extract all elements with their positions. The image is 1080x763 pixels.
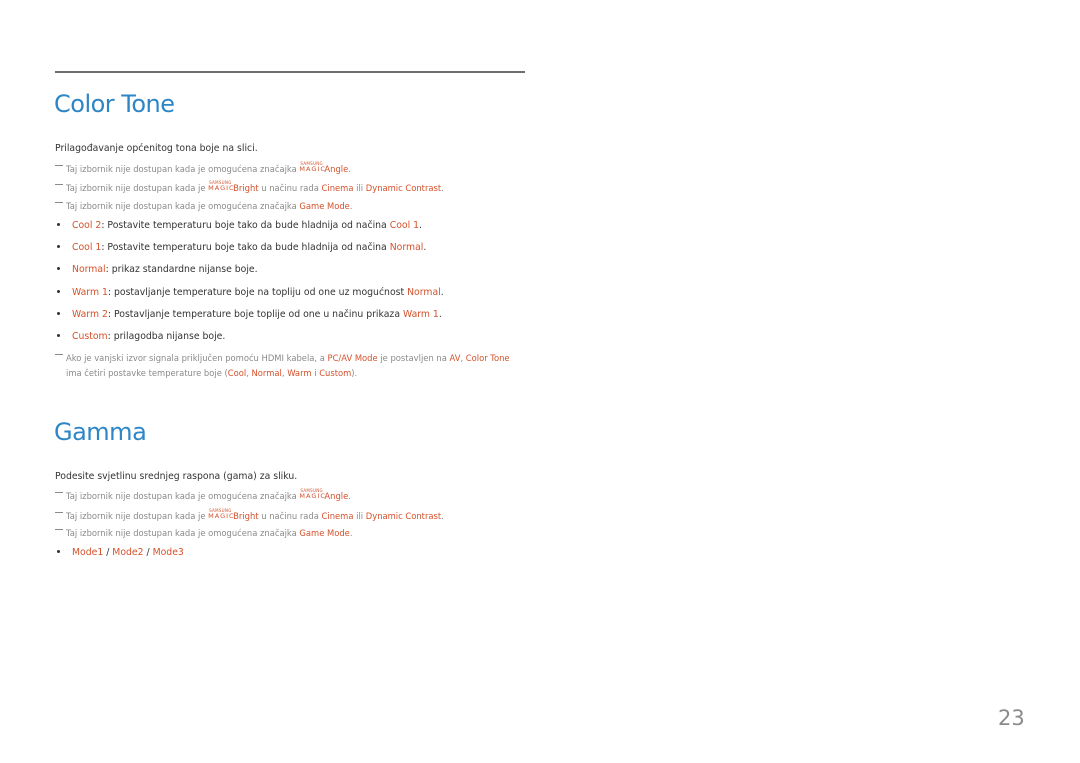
bullet-icon [57, 267, 60, 270]
note-dash-icon [55, 184, 63, 185]
bullet-icon [57, 334, 60, 337]
samsung-magic-logo: SAMSUNG MAGIC [299, 488, 326, 500]
gamma-heading: Gamma [54, 418, 147, 446]
gamma-intro: Podesite svjetlinu srednjeg raspona (gam… [55, 471, 298, 482]
list-item-gamma-modes: Mode1 / Mode2 / Mode3 [57, 547, 184, 558]
note-magic-bright: Taj izbornik nije dostupan kada je SAMSU… [55, 180, 444, 193]
note-dash-icon [55, 165, 63, 166]
note-dash-icon [55, 354, 63, 355]
samsung-magic-logo: SAMSUNG MAGIC [208, 508, 235, 520]
note-dash-icon [55, 202, 63, 203]
list-item-warm1: Warm 1: postavljanje temperature boje na… [57, 287, 444, 298]
list-item-warm2: Warm 2: Postavljanje temperature boje to… [57, 309, 442, 320]
note-magic-bright: Taj izbornik nije dostupan kada je SAMSU… [55, 508, 444, 521]
section-divider [55, 71, 525, 73]
list-item-cool1: Cool 1: Postavite temperaturu boje tako … [57, 242, 426, 253]
note-game-mode: Taj izbornik nije dostupan kada je omogu… [55, 528, 353, 538]
bullet-icon [57, 290, 60, 293]
note-hdmi-av: Ako je vanjski izvor signala priključen … [55, 351, 525, 381]
bullet-icon [57, 223, 60, 226]
note-dash-icon [55, 492, 63, 493]
note-game-mode: Taj izbornik nije dostupan kada je omogu… [55, 201, 353, 211]
page-number: 23 [998, 706, 1025, 730]
samsung-magic-logo: SAMSUNG MAGIC [208, 180, 235, 192]
note-magic-angle: Taj izbornik nije dostupan kada je omogu… [55, 488, 351, 501]
color-tone-heading: Color Tone [54, 90, 175, 118]
list-item-cool2: Cool 2: Postavite temperaturu boje tako … [57, 220, 422, 231]
bullet-icon [57, 550, 60, 553]
color-tone-intro: Prilagođavanje općenitog tona boje na sl… [55, 143, 258, 154]
samsung-magic-logo: SAMSUNG MAGIC [299, 161, 326, 173]
bullet-icon [57, 312, 60, 315]
note-dash-icon [55, 512, 63, 513]
bullet-icon [57, 245, 60, 248]
note-dash-icon [55, 529, 63, 530]
list-item-normal: Normal: prikaz standardne nijanse boje. [57, 264, 258, 275]
note-magic-angle: Taj izbornik nije dostupan kada je omogu… [55, 161, 351, 174]
list-item-custom: Custom: prilagodba nijanse boje. [57, 331, 225, 342]
